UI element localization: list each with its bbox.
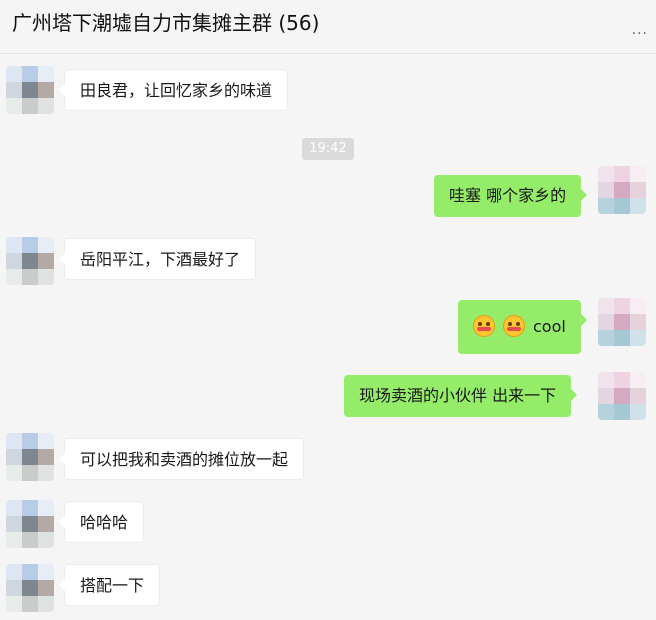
message-bubble[interactable]: 岳阳平江，下酒最好了	[58, 238, 257, 280]
avatar[interactable]	[598, 372, 646, 420]
avatar[interactable]	[6, 564, 54, 612]
avatar[interactable]	[6, 433, 54, 481]
message-bubble[interactable]: 田良君，让回忆家乡的味道	[58, 69, 289, 111]
message-bubble[interactable]: 哈哈哈	[58, 501, 145, 543]
chat-header: 广州塔下潮墟自力市集摊主群 (56) ...	[0, 0, 656, 54]
message-bubble[interactable]: 可以把我和卖酒的摊位放一起	[58, 438, 305, 480]
smile-face-emoji-icon	[503, 315, 525, 337]
chat-title: 广州塔下潮墟自力市集摊主群 (56)	[12, 11, 320, 35]
message-bubble[interactable]: 现场卖酒的小伙伴 出来一下	[344, 375, 578, 417]
avatar[interactable]	[6, 237, 54, 285]
avatar[interactable]	[598, 298, 646, 346]
smile-face-emoji-icon	[473, 315, 495, 337]
message-bubble[interactable]: 搭配一下	[58, 564, 161, 606]
avatar[interactable]	[598, 166, 646, 214]
message-bubble[interactable]: cool	[458, 300, 587, 354]
message-text: cool	[533, 317, 566, 336]
avatar[interactable]	[6, 66, 54, 114]
timestamp: 19:42	[302, 138, 354, 160]
more-dots-icon[interactable]: ...	[632, 22, 648, 38]
message-bubble[interactable]: 哇塞 哪个家乡的	[434, 175, 588, 217]
avatar[interactable]	[6, 500, 54, 548]
